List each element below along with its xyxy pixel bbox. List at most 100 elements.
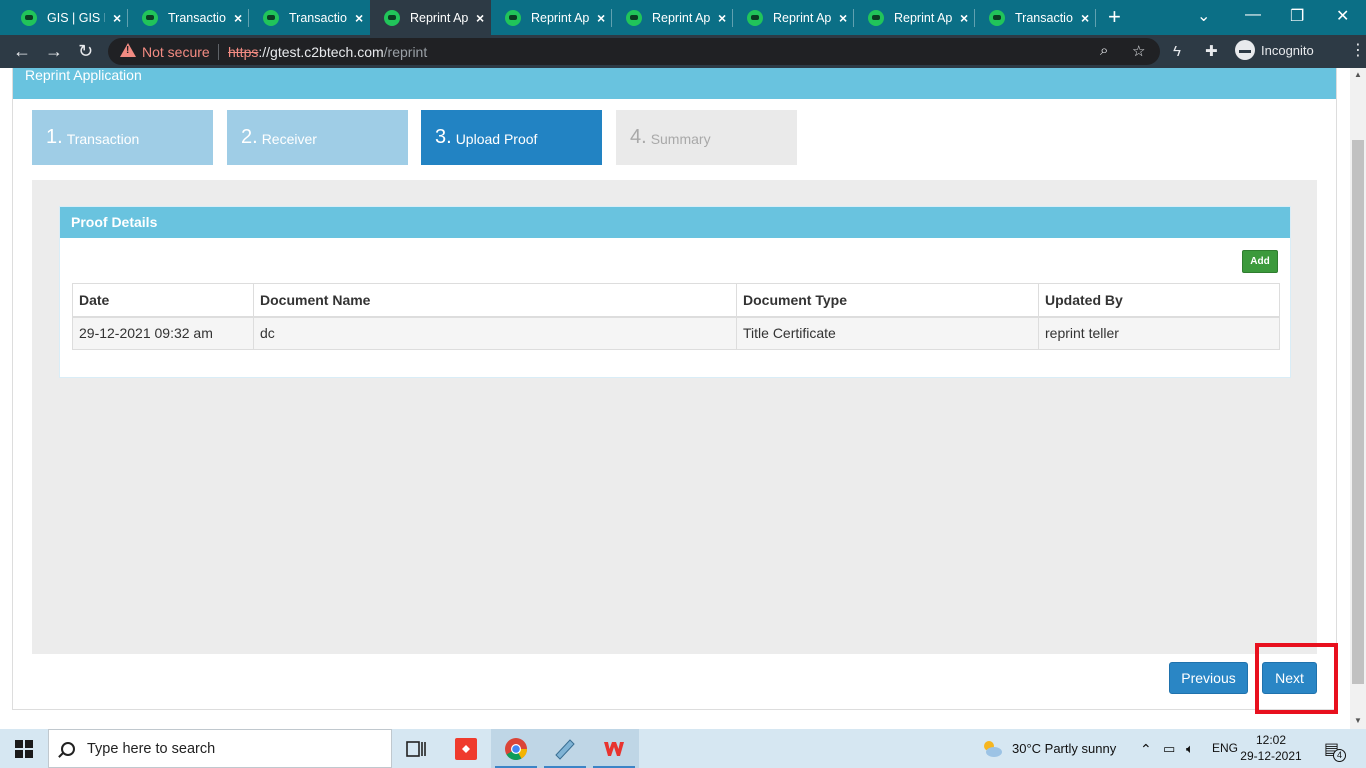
tab-title: Reprint Application	[894, 10, 952, 25]
url-text[interactable]: https://gtest.c2btech.com/reprint	[228, 44, 427, 60]
tab-title: Transaction	[168, 10, 226, 25]
minimize-icon[interactable]: —	[1245, 6, 1261, 24]
site-favicon-icon	[142, 9, 158, 26]
cell-document-type: Title Certificate	[736, 316, 1039, 350]
close-tab-icon[interactable]: ×	[476, 10, 484, 26]
language-indicator[interactable]: ENG	[1212, 741, 1238, 755]
close-tab-icon[interactable]: ×	[355, 10, 363, 26]
browser-tab[interactable]: Transaction ×	[128, 0, 249, 35]
tab-search-chevron-icon[interactable]: ⌄	[1197, 6, 1210, 26]
incognito-label: Incognito	[1261, 42, 1314, 58]
step-number: 3.	[435, 126, 452, 148]
tab-title: Reprint Application	[773, 10, 831, 25]
step-upload-proof[interactable]: 3. Upload Proof	[421, 110, 602, 165]
add-proof-button[interactable]: Add	[1242, 250, 1278, 273]
proof-details-card: Proof Details Add Date Document Name Doc…	[59, 206, 1291, 378]
browser-tab[interactable]: Reprint Application ×	[491, 0, 612, 35]
proof-details-title: Proof Details	[60, 207, 1290, 238]
taskbar-search-box[interactable]: Type here to search	[48, 729, 392, 768]
browser-tabstrip: GIS | GIS Portal × Transaction × Transac…	[0, 0, 1366, 35]
page-scrollbar[interactable]: ▲ ▼	[1350, 68, 1366, 729]
browser-tab[interactable]: Transaction ×	[249, 0, 370, 35]
browser-tab[interactable]: Reprint Application ×	[733, 0, 854, 35]
site-favicon-icon	[505, 9, 521, 26]
close-tab-icon[interactable]: ×	[718, 10, 726, 26]
windows-start-icon[interactable]	[15, 740, 33, 758]
anydesk-app-icon[interactable]	[454, 737, 478, 761]
close-tab-icon[interactable]: ×	[234, 10, 242, 26]
show-hidden-icons-chevron-icon[interactable]: ⌃	[1140, 741, 1152, 758]
column-header-document-name: Document Name	[253, 283, 737, 318]
notepad-app-icon[interactable]	[553, 737, 577, 761]
volume-icon[interactable]: 🔈︎	[1186, 741, 1194, 757]
scroll-down-arrow-icon[interactable]: ▼	[1354, 716, 1362, 725]
site-favicon-icon	[626, 9, 642, 26]
close-window-icon[interactable]: ✕	[1336, 6, 1349, 26]
browser-toolbar: ← → ↻ Not secure https://gtest.c2btech.c…	[0, 35, 1366, 68]
back-arrow-icon[interactable]: ←	[13, 41, 31, 62]
previous-button[interactable]: Previous	[1169, 662, 1248, 694]
step-number: 4.	[630, 126, 647, 148]
browser-tab[interactable]: Reprint Application ×	[612, 0, 733, 35]
not-secure-label[interactable]: Not secure	[142, 44, 210, 60]
forward-arrow-icon[interactable]: →	[45, 41, 63, 62]
column-header-document-type: Document Type	[736, 283, 1039, 318]
taskbar-search-placeholder: Type here to search	[87, 740, 216, 757]
extension-bolt-icon[interactable]: ϟ	[1173, 43, 1181, 60]
cell-date: 29-12-2021 09:32 am	[72, 316, 254, 350]
notification-count-badge: 4	[1333, 749, 1346, 762]
scrollbar-thumb[interactable]	[1352, 140, 1364, 684]
windows-taskbar: Type here to search 30°C Partly sunny ⌃ …	[0, 729, 1366, 768]
search-icon	[61, 741, 75, 756]
panel-title: Reprint Application	[13, 68, 1336, 99]
tab-title: Reprint Application	[531, 10, 589, 25]
browser-tab[interactable]: GIS | GIS Portal ×	[7, 0, 128, 35]
task-view-icon[interactable]	[404, 737, 428, 761]
browser-tab[interactable]: Transaction ×	[975, 0, 1096, 35]
proof-table: Date Document Name Document Type Updated…	[72, 283, 1280, 350]
site-favicon-icon	[747, 9, 763, 26]
scroll-up-arrow-icon[interactable]: ▲	[1354, 70, 1362, 79]
battery-icon[interactable]: ▭	[1163, 741, 1175, 757]
step-transaction[interactable]: 1. Transaction	[32, 110, 213, 165]
reload-icon[interactable]: ↻	[78, 41, 93, 62]
step-receiver[interactable]: 2. Receiver	[227, 110, 408, 165]
browser-menu-icon[interactable]: ⋮	[1350, 40, 1366, 60]
bookmark-star-icon[interactable]: ☆	[1132, 42, 1145, 60]
close-tab-icon[interactable]: ×	[113, 10, 121, 26]
url-separator: ://	[258, 44, 271, 60]
taskbar-clock[interactable]: 12:02 29-12-2021	[1240, 732, 1302, 764]
address-bar[interactable]: Not secure https://gtest.c2btech.com/rep…	[108, 38, 1160, 65]
new-tab-plus-icon[interactable]: +	[1108, 4, 1121, 30]
column-header-updated-by: Updated By	[1038, 283, 1280, 318]
url-path: /reprint	[383, 44, 428, 60]
browser-tab-active[interactable]: Reprint Application ×	[370, 0, 491, 35]
close-tab-icon[interactable]: ×	[839, 10, 847, 26]
extensions-puzzle-icon[interactable]: ✚	[1205, 42, 1218, 60]
incognito-icon	[1235, 40, 1255, 60]
step-summary[interactable]: 4. Summary	[616, 110, 797, 165]
weather-text[interactable]: 30°C Partly sunny	[1012, 741, 1116, 756]
restore-icon[interactable]: ❐	[1290, 6, 1304, 26]
url-host: gtest.c2btech.com	[270, 44, 384, 60]
tab-title: Transaction	[289, 10, 347, 25]
step-number: 2.	[241, 126, 258, 148]
step-label: Receiver	[261, 131, 317, 147]
clock-date: 29-12-2021	[1240, 749, 1302, 763]
site-favicon-icon	[384, 9, 400, 26]
site-favicon-icon	[868, 9, 884, 26]
browser-tab[interactable]: Reprint Application ×	[854, 0, 975, 35]
close-tab-icon[interactable]: ×	[1081, 10, 1089, 26]
step-label: Summary	[650, 131, 711, 147]
zoom-search-icon[interactable]: ⌕	[1100, 42, 1108, 59]
site-favicon-icon	[989, 9, 1005, 26]
incognito-indicator[interactable]: Incognito	[1235, 40, 1314, 60]
weather-partly-sunny-icon[interactable]	[980, 737, 1004, 761]
chrome-app-icon[interactable]	[504, 737, 528, 761]
table-header-row: Date Document Name Document Type Updated…	[72, 283, 1280, 318]
cell-updated-by: reprint teller	[1038, 316, 1280, 350]
close-tab-icon[interactable]: ×	[960, 10, 968, 26]
wps-office-app-icon[interactable]	[602, 737, 626, 761]
close-tab-icon[interactable]: ×	[597, 10, 605, 26]
next-button-highlight-box	[1255, 643, 1338, 714]
